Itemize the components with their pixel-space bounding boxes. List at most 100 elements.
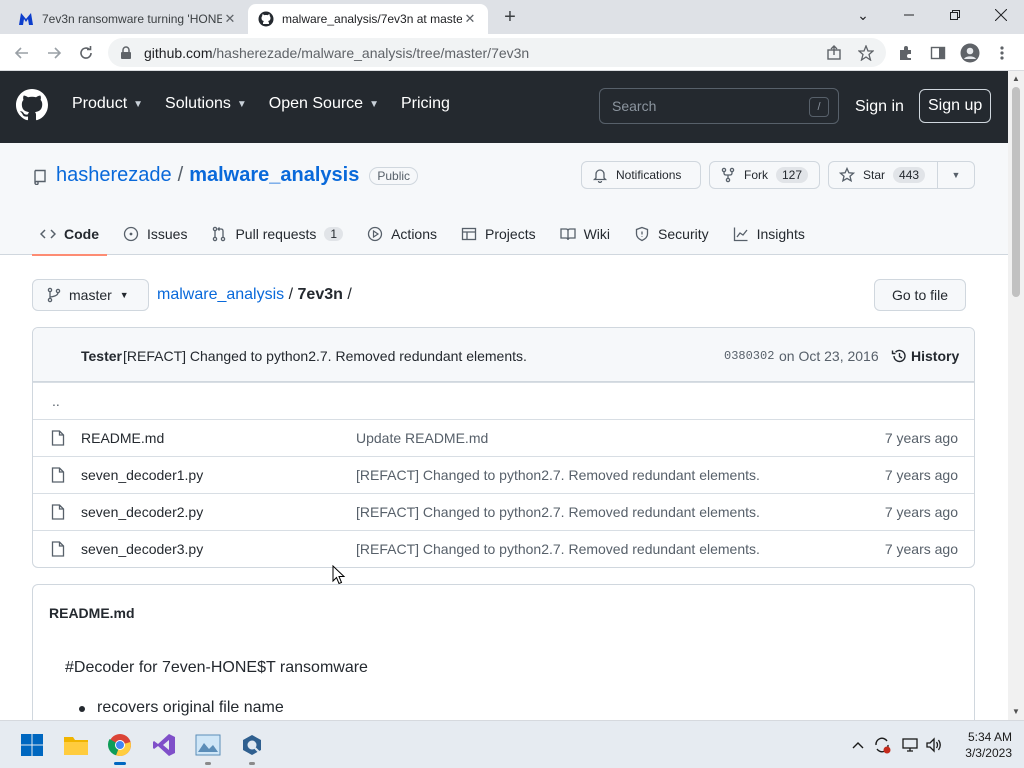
repo-tabs: Code Issues Pull requests 1 Actions Proj… [32,213,821,256]
sign-in-link[interactable]: Sign in [855,98,904,116]
sync-status-icon[interactable] [872,735,892,755]
forward-arrow-icon[interactable] [41,40,67,66]
side-panel-icon[interactable] [926,41,950,65]
scrollbar-thumb[interactable] [1012,87,1020,297]
scroll-up-arrow-icon[interactable]: ▲ [1008,71,1024,87]
back-arrow-icon[interactable] [9,40,35,66]
tab-pull-requests[interactable]: Pull requests 1 [203,213,351,255]
readme-list-item: recovers original file name [79,699,284,716]
minimize-button[interactable] [886,0,932,30]
file-name-link[interactable]: README.md [81,430,164,446]
system-clock[interactable]: 5:34 AM 3/3/2023 [950,729,1012,761]
tab-projects[interactable]: Projects [453,213,544,255]
history-icon [891,349,906,363]
chrome-menu-icon[interactable] [990,41,1014,65]
debugger-app-icon[interactable] [236,729,268,765]
branch-selector[interactable]: master ▼ [32,279,149,311]
repo-name-link[interactable]: malware_analysis [189,164,359,187]
star-button[interactable]: Star 443 [828,161,938,189]
file-age: 7 years ago [884,541,958,557]
lock-icon[interactable] [120,45,134,60]
page-scrollbar[interactable]: ▲ ▼ [1008,71,1024,720]
tab-security[interactable]: Security [626,213,717,255]
breadcrumb-root-link[interactable]: malware_analysis [157,286,284,303]
tab-search-chevron-icon[interactable]: ⌄ [840,0,886,30]
fork-icon [721,167,735,183]
file-age: 7 years ago [884,504,958,520]
close-window-button[interactable] [978,0,1024,30]
book-icon [559,228,576,241]
issue-icon [123,226,139,242]
history-link[interactable]: History [891,348,959,364]
close-tab-icon[interactable]: ✕ [222,11,238,27]
scroll-down-arrow-icon[interactable]: ▼ [1008,704,1024,720]
commit-message-link[interactable]: [REFACT] Changed to python2.7. Removed r… [123,348,527,364]
table-row: seven_decoder1.py [REFACT] Changed to py… [33,456,974,493]
volume-icon[interactable] [924,735,944,755]
search-shortcut-key: / [809,97,829,117]
browser-tab-strip: 7ev3n ransomware turning 'HONE$T' ✕ malw… [0,0,1024,34]
browser-tab-1[interactable]: 7ev3n ransomware turning 'HONE$T' ✕ [8,4,248,34]
new-tab-button[interactable]: + [498,6,522,30]
github-logo-icon[interactable] [16,89,48,121]
file-explorer-icon[interactable] [60,729,92,761]
clock-date: 3/3/2023 [965,746,1012,760]
file-name-link[interactable]: seven_decoder3.py [81,541,203,557]
chevron-down-icon: ▼ [119,290,129,300]
fork-button[interactable]: Fork 127 [709,161,820,189]
nav-open-source[interactable]: Open Source ▼ [269,95,379,113]
restore-button[interactable] [932,0,978,30]
file-icon [51,430,65,446]
readme-header[interactable]: README.md [49,605,135,621]
tab-wiki[interactable]: Wiki [552,213,618,255]
file-commit-message-link[interactable]: [REFACT] Changed to python2.7. Removed r… [356,504,760,520]
show-hidden-icons-chevron-icon[interactable] [848,735,868,755]
tab-insights[interactable]: Insights [725,213,813,255]
image-viewer-icon[interactable] [192,729,224,765]
pull-request-icon [213,226,226,242]
table-row: seven_decoder2.py [REFACT] Changed to py… [33,493,974,530]
extensions-puzzle-icon[interactable] [894,41,918,65]
chevron-down-icon: ▼ [133,98,144,110]
file-commit-message-link[interactable]: Update README.md [356,430,488,446]
reload-icon[interactable] [73,40,99,66]
browser-tab-2[interactable]: malware_analysis/7ev3n at master ✕ [248,4,488,34]
nav-solutions[interactable]: Solutions ▼ [165,95,247,113]
windows-start-icon[interactable] [16,729,48,761]
search-input[interactable]: Search / [599,88,839,124]
tab-actions[interactable]: Actions [359,213,445,255]
visual-studio-icon[interactable] [148,729,180,761]
file-name-link[interactable]: seven_decoder2.py [81,504,203,520]
tab-code[interactable]: Code [32,213,107,256]
close-tab-icon[interactable]: ✕ [462,11,478,27]
windows-taskbar: 5:34 AM 3/3/2023 [0,720,1024,768]
open-app-indicator [205,762,211,765]
network-icon[interactable] [900,735,920,755]
play-icon [367,226,383,242]
nav-pricing[interactable]: Pricing [401,95,450,113]
address-bar[interactable]: github.com/hasherezade/malware_analysis/… [108,38,886,67]
notifications-button[interactable]: Notifications [581,161,701,189]
repo-owner-link[interactable]: hasherezade [56,164,172,187]
malwarebytes-favicon-icon [18,11,34,27]
go-to-file-button[interactable]: Go to file [874,279,966,311]
commit-sha-link[interactable]: 0380302 [724,349,774,363]
url-text: github.com/hasherezade/malware_analysis/… [144,44,530,61]
nav-product[interactable]: Product ▼ [72,95,143,113]
chevron-down-icon: ▼ [369,98,379,110]
bookmark-star-icon[interactable] [854,41,878,65]
star-list-dropdown[interactable]: ▼ [937,161,975,189]
file-name-link[interactable]: seven_decoder1.py [81,467,203,483]
chrome-icon[interactable] [104,729,136,765]
share-icon[interactable] [822,41,846,65]
sign-up-button[interactable]: Sign up [919,89,992,123]
branch-name: master [69,287,112,303]
file-commit-message-link[interactable]: [REFACT] Changed to python2.7. Removed r… [356,541,760,557]
profile-avatar-icon[interactable] [958,41,982,65]
tab-issues[interactable]: Issues [115,213,195,255]
github-main-nav: Product ▼ Solutions ▼ Open Source ▼ Pricing [72,95,472,113]
parent-directory-link[interactable]: .. [52,393,60,409]
commit-author-link[interactable]: Tester [81,348,122,364]
parent-directory-row[interactable]: .. [33,382,974,419]
file-commit-message-link[interactable]: [REFACT] Changed to python2.7. Removed r… [356,467,760,483]
